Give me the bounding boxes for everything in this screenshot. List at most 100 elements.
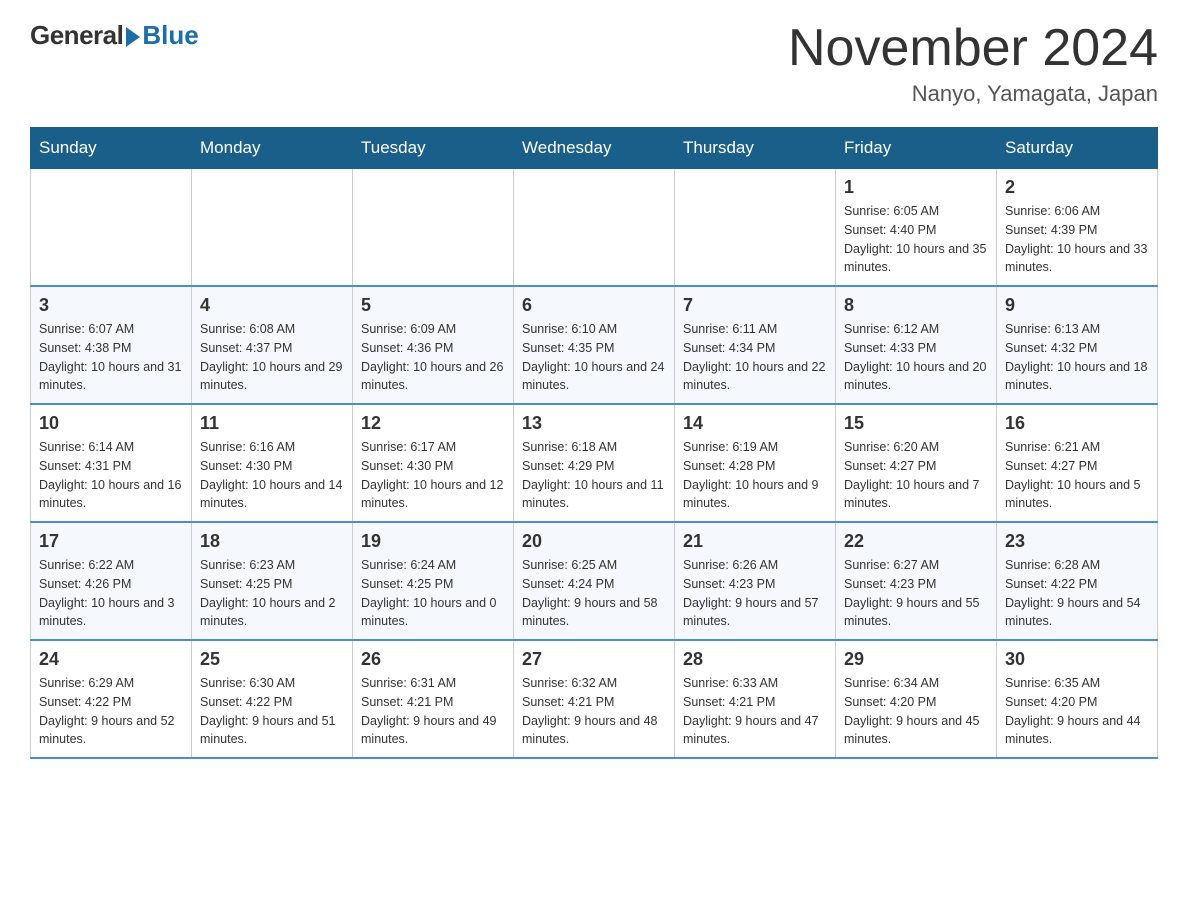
day-header-row: SundayMondayTuesdayWednesdayThursdayFrid…	[31, 128, 1158, 169]
day-info: Sunrise: 6:32 AMSunset: 4:21 PMDaylight:…	[522, 674, 666, 749]
calendar-week-row: 17Sunrise: 6:22 AMSunset: 4:26 PMDayligh…	[31, 522, 1158, 640]
calendar-day-cell: 2 Sunrise: 6:06 AMSunset: 4:39 PMDaylight…	[997, 169, 1158, 287]
day-number: 7	[683, 295, 827, 316]
day-info: Sunrise: 6:18 AMSunset: 4:29 PMDaylight:…	[522, 438, 666, 513]
day-of-week-header: Friday	[836, 128, 997, 169]
title-block: November 2024 Nanyo, Yamagata, Japan	[788, 20, 1158, 107]
calendar-day-cell	[192, 169, 353, 287]
day-number: 22	[844, 531, 988, 552]
day-of-week-header: Saturday	[997, 128, 1158, 169]
day-number: 5	[361, 295, 505, 316]
day-number: 27	[522, 649, 666, 670]
day-of-week-header: Thursday	[675, 128, 836, 169]
calendar-week-row: 1Sunrise: 6:05 AMSunset: 4:40 PMDaylight…	[31, 169, 1158, 287]
day-info: Sunrise: 6:28 AMSunset: 4:22 PMDaylight:…	[1005, 556, 1149, 631]
day-info: Sunrise: 6:06 AMSunset: 4:39 PMDaylight:…	[1005, 202, 1149, 277]
day-info: Sunrise: 6:30 AMSunset: 4:22 PMDaylight:…	[200, 674, 344, 749]
day-info: Sunrise: 6:26 AMSunset: 4:23 PMDaylight:…	[683, 556, 827, 631]
calendar-day-cell: 18 Sunrise: 6:23 AMSunset: 4:25 PMDayligh…	[192, 522, 353, 640]
day-info: Sunrise: 6:33 AMSunset: 4:21 PMDaylight:…	[683, 674, 827, 749]
day-of-week-header: Monday	[192, 128, 353, 169]
day-info: Sunrise: 6:07 AMSunset: 4:38 PMDaylight:…	[39, 320, 183, 395]
day-number: 9	[1005, 295, 1149, 316]
day-info: Sunrise: 6:34 AMSunset: 4:20 PMDaylight:…	[844, 674, 988, 749]
day-number: 29	[844, 649, 988, 670]
calendar-day-cell: 12Sunrise: 6:17 AMSunset: 4:30 PMDayligh…	[353, 404, 514, 522]
calendar-day-cell: 23 Sunrise: 6:28 AMSunset: 4:22 PMDayligh…	[997, 522, 1158, 640]
calendar-day-cell: 6Sunrise: 6:10 AMSunset: 4:35 PMDaylight…	[514, 286, 675, 404]
day-info: Sunrise: 6:19 AMSunset: 4:28 PMDaylight:…	[683, 438, 827, 513]
day-info: Sunrise: 6:12 AMSunset: 4:33 PMDaylight:…	[844, 320, 988, 395]
calendar-day-cell: 9 Sunrise: 6:13 AMSunset: 4:32 PMDaylight…	[997, 286, 1158, 404]
location-title: Nanyo, Yamagata, Japan	[788, 81, 1158, 107]
calendar-day-cell: 26 Sunrise: 6:31 AMSunset: 4:21 PMDayligh…	[353, 640, 514, 758]
day-info: Sunrise: 6:23 AMSunset: 4:25 PMDaylight:…	[200, 556, 344, 631]
calendar-week-row: 10 Sunrise: 6:14 AMSunset: 4:31 PMDayligh…	[31, 404, 1158, 522]
day-info: Sunrise: 6:31 AMSunset: 4:21 PMDaylight:…	[361, 674, 505, 749]
page-header: General Blue November 2024 Nanyo, Yamaga…	[30, 20, 1158, 107]
day-number: 25	[200, 649, 344, 670]
logo-general-text: General	[30, 20, 123, 51]
day-info: Sunrise: 6:09 AMSunset: 4:36 PMDaylight:…	[361, 320, 505, 395]
day-number: 10	[39, 413, 183, 434]
day-info: Sunrise: 6:21 AMSunset: 4:27 PMDaylight:…	[1005, 438, 1149, 513]
calendar-day-cell: 13 Sunrise: 6:18 AMSunset: 4:29 PMDayligh…	[514, 404, 675, 522]
calendar-day-cell: 7 Sunrise: 6:11 AMSunset: 4:34 PMDaylight…	[675, 286, 836, 404]
calendar-day-cell: 27 Sunrise: 6:32 AMSunset: 4:21 PMDayligh…	[514, 640, 675, 758]
calendar-day-cell: 29 Sunrise: 6:34 AMSunset: 4:20 PMDayligh…	[836, 640, 997, 758]
day-info: Sunrise: 6:17 AMSunset: 4:30 PMDaylight:…	[361, 438, 505, 513]
day-number: 16	[1005, 413, 1149, 434]
day-number: 11	[200, 413, 344, 434]
day-number: 23	[1005, 531, 1149, 552]
day-number: 21	[683, 531, 827, 552]
day-info: Sunrise: 6:13 AMSunset: 4:32 PMDaylight:…	[1005, 320, 1149, 395]
calendar-body: 1Sunrise: 6:05 AMSunset: 4:40 PMDaylight…	[31, 169, 1158, 759]
calendar-day-cell: 25 Sunrise: 6:30 AMSunset: 4:22 PMDayligh…	[192, 640, 353, 758]
calendar-day-cell	[31, 169, 192, 287]
calendar-day-cell: 28Sunrise: 6:33 AMSunset: 4:21 PMDayligh…	[675, 640, 836, 758]
day-info: Sunrise: 6:08 AMSunset: 4:37 PMDaylight:…	[200, 320, 344, 395]
day-info: Sunrise: 6:27 AMSunset: 4:23 PMDaylight:…	[844, 556, 988, 631]
day-number: 26	[361, 649, 505, 670]
day-info: Sunrise: 6:25 AMSunset: 4:24 PMDaylight:…	[522, 556, 666, 631]
day-number: 15	[844, 413, 988, 434]
calendar-day-cell: 21 Sunrise: 6:26 AMSunset: 4:23 PMDayligh…	[675, 522, 836, 640]
logo: General Blue	[30, 20, 199, 51]
day-info: Sunrise: 6:24 AMSunset: 4:25 PMDaylight:…	[361, 556, 505, 631]
calendar-header: SundayMondayTuesdayWednesdayThursdayFrid…	[31, 128, 1158, 169]
day-info: Sunrise: 6:11 AMSunset: 4:34 PMDaylight:…	[683, 320, 827, 395]
calendar-day-cell	[353, 169, 514, 287]
calendar-day-cell: 5 Sunrise: 6:09 AMSunset: 4:36 PMDaylight…	[353, 286, 514, 404]
calendar-day-cell: 20 Sunrise: 6:25 AMSunset: 4:24 PMDayligh…	[514, 522, 675, 640]
day-number: 30	[1005, 649, 1149, 670]
day-info: Sunrise: 6:35 AMSunset: 4:20 PMDaylight:…	[1005, 674, 1149, 749]
calendar-day-cell: 17Sunrise: 6:22 AMSunset: 4:26 PMDayligh…	[31, 522, 192, 640]
logo-blue-text: Blue	[142, 20, 198, 51]
calendar-day-cell	[514, 169, 675, 287]
day-number: 3	[39, 295, 183, 316]
day-number: 13	[522, 413, 666, 434]
day-of-week-header: Wednesday	[514, 128, 675, 169]
calendar-day-cell	[675, 169, 836, 287]
calendar-week-row: 24Sunrise: 6:29 AMSunset: 4:22 PMDayligh…	[31, 640, 1158, 758]
day-info: Sunrise: 6:16 AMSunset: 4:30 PMDaylight:…	[200, 438, 344, 513]
calendar-day-cell: 11 Sunrise: 6:16 AMSunset: 4:30 PMDayligh…	[192, 404, 353, 522]
logo-arrow-icon	[126, 27, 140, 47]
calendar-day-cell: 15 Sunrise: 6:20 AMSunset: 4:27 PMDayligh…	[836, 404, 997, 522]
day-info: Sunrise: 6:20 AMSunset: 4:27 PMDaylight:…	[844, 438, 988, 513]
day-number: 1	[844, 177, 988, 198]
calendar-day-cell: 22 Sunrise: 6:27 AMSunset: 4:23 PMDayligh…	[836, 522, 997, 640]
calendar-day-cell: 1Sunrise: 6:05 AMSunset: 4:40 PMDaylight…	[836, 169, 997, 287]
day-number: 24	[39, 649, 183, 670]
day-number: 2	[1005, 177, 1149, 198]
day-number: 4	[200, 295, 344, 316]
calendar-day-cell: 16 Sunrise: 6:21 AMSunset: 4:27 PMDayligh…	[997, 404, 1158, 522]
day-number: 18	[200, 531, 344, 552]
day-info: Sunrise: 6:14 AMSunset: 4:31 PMDaylight:…	[39, 438, 183, 513]
calendar-day-cell: 14 Sunrise: 6:19 AMSunset: 4:28 PMDayligh…	[675, 404, 836, 522]
day-number: 20	[522, 531, 666, 552]
day-number: 14	[683, 413, 827, 434]
day-info: Sunrise: 6:22 AMSunset: 4:26 PMDaylight:…	[39, 556, 183, 631]
day-number: 8	[844, 295, 988, 316]
day-of-week-header: Sunday	[31, 128, 192, 169]
